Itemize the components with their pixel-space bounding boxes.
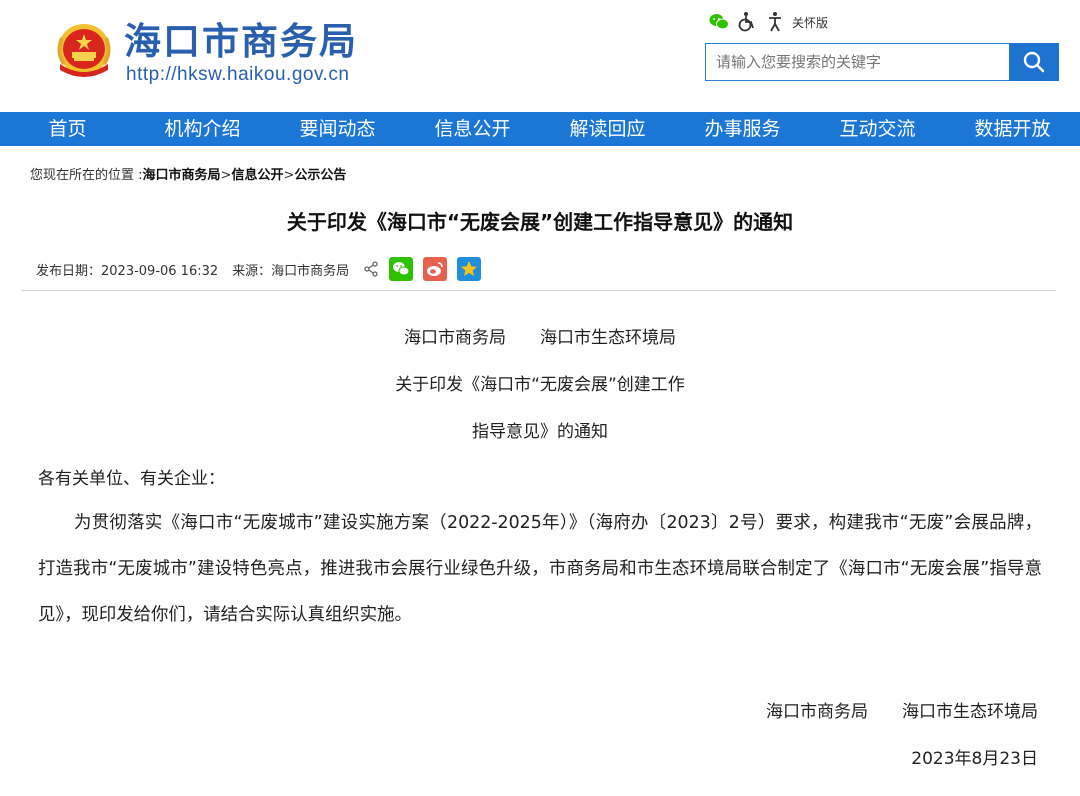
accessibility-icon[interactable] <box>736 11 758 33</box>
share-weibo-button[interactable] <box>423 257 448 281</box>
site-title[interactable]: 海口市商务局 <box>124 20 358 64</box>
wechat-icon <box>393 262 410 276</box>
nav-item-open-data[interactable]: 数据开放 <box>945 112 1080 146</box>
nav-item-disclosure[interactable]: 信息公开 <box>405 112 540 146</box>
breadcrumb-separator: > <box>283 168 295 183</box>
breadcrumb-item-notices[interactable]: 公示公告 <box>294 168 346 183</box>
article-source: 来源：海口市商务局 <box>232 263 350 279</box>
divider <box>22 290 1056 291</box>
main-nav: 首页 机构介绍 要闻动态 信息公开 解读回应 办事服务 互动交流 数据开放 <box>0 112 1080 146</box>
site-header: 海口市商务局 http://hksw.haikou.gov.cn 关怀版 <box>0 0 1080 112</box>
weibo-icon <box>427 262 443 276</box>
breadcrumb-prefix: 您现在所在的位置 : <box>30 168 143 183</box>
issuers-line: 海口市商务局 海口市生态环境局 <box>404 328 676 348</box>
care-mode-link[interactable]: 关怀版 <box>792 14 828 31</box>
publish-date: 发布日期：2023-09-06 16:32 <box>36 263 219 279</box>
nav-item-interaction[interactable]: 互动交流 <box>810 112 945 146</box>
header-tools: 关怀版 <box>708 11 828 33</box>
nav-item-about[interactable]: 机构介绍 <box>135 112 270 146</box>
doc-title-line1: 关于印发《海口市“无废会展”创建工作 <box>395 375 685 395</box>
breadcrumb-separator: > <box>220 168 232 183</box>
breadcrumb-item-disclosure[interactable]: 信息公开 <box>231 168 283 183</box>
site-url[interactable]: http://hksw.haikou.gov.cn <box>126 64 349 86</box>
search-icon <box>1023 51 1045 73</box>
national-emblem-icon <box>57 24 111 77</box>
nav-item-news[interactable]: 要闻动态 <box>270 112 405 146</box>
breadcrumb-item-home[interactable]: 海口市商务局 <box>143 168 221 183</box>
favorite-button[interactable] <box>457 257 482 281</box>
article-title: 关于印发《海口市“无废会展”创建工作指导意见》的通知 <box>286 210 794 234</box>
breadcrumb: 您现在所在的位置 :海口市商务局>信息公开>公示公告 <box>30 164 346 183</box>
star-icon <box>461 261 478 276</box>
search-button[interactable] <box>1009 43 1059 81</box>
signature: 海口市商务局 海口市生态环境局 <box>766 702 1038 722</box>
search-input[interactable] <box>705 43 1010 81</box>
article-meta: 发布日期：2023-09-06 16:32 来源：海口市商务局 <box>36 256 482 282</box>
article-paragraph: 为贯彻落实《海口市“无废城市”建设实施方案（2022-2025年）》（海府办〔2… <box>38 513 1042 625</box>
nav-item-home[interactable]: 首页 <box>0 112 135 146</box>
share-wechat-button[interactable] <box>389 257 414 281</box>
wechat-icon[interactable] <box>708 11 730 33</box>
doc-title-line2: 指导意见》的通知 <box>472 422 608 442</box>
nav-item-services[interactable]: 办事服务 <box>675 112 810 146</box>
share-icon <box>364 261 378 277</box>
accessibility-icon[interactable] <box>764 11 786 33</box>
salutation: 各有关单位、有关企业： <box>38 469 225 489</box>
nav-item-interpretation[interactable]: 解读回应 <box>540 112 675 146</box>
document-date: 2023年8月23日 <box>911 749 1038 769</box>
